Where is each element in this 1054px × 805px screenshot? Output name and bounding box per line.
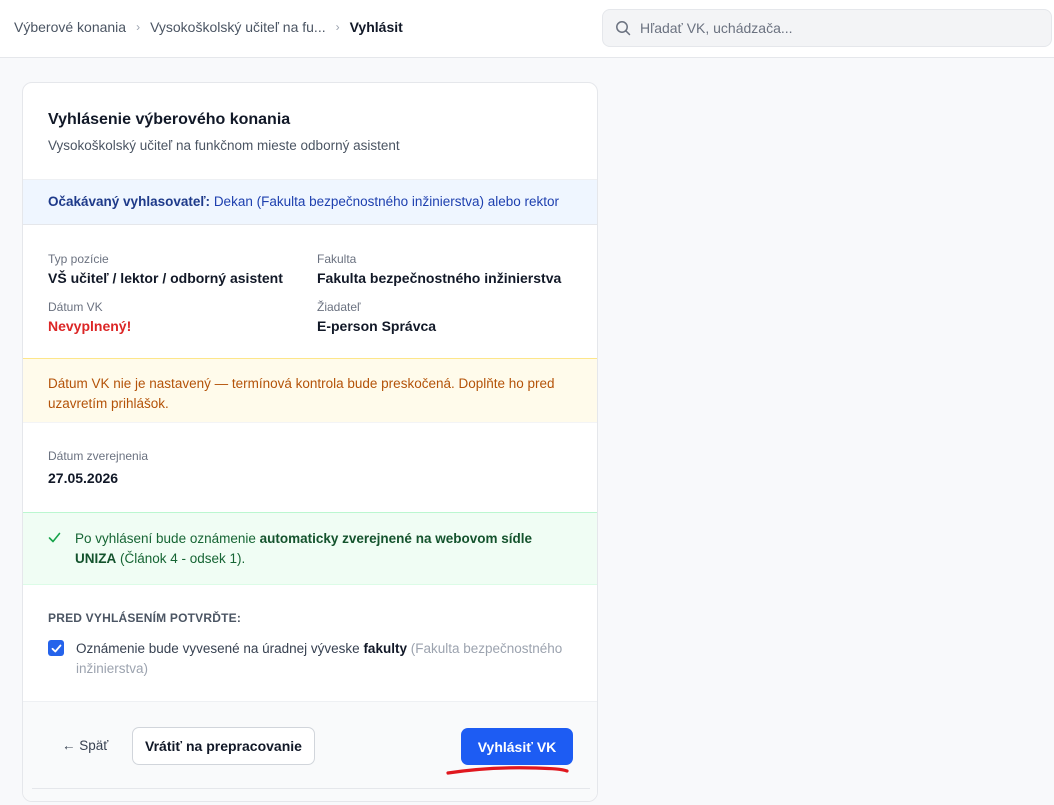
confirm-heading: PRED VYHLÁSENÍM POTVRĎTE: xyxy=(48,611,242,625)
search-icon xyxy=(616,21,631,36)
vk-date-missing: Nevyplnený! xyxy=(48,318,132,334)
check-icon xyxy=(48,532,61,543)
card-header: Vyhlásenie výberového konania Vysokoškol… xyxy=(23,83,597,180)
breadcrumb: Výberové konania › Vysokoškolský učiteľ … xyxy=(14,19,403,35)
info-label: Žiadateľ xyxy=(317,300,361,314)
announce-vk-button[interactable]: Vyhlásiť VK xyxy=(461,728,573,765)
top-bar: Výberové konania › Vysokoškolský učiteľ … xyxy=(0,0,1054,58)
chevron-right-icon: › xyxy=(136,20,141,34)
announcer-value: Dekan (Fakulta bezpečnostného inžinierst… xyxy=(213,194,559,209)
confirm-row[interactable]: Oznámenie bude vyvesené na úradnej výves… xyxy=(48,639,578,679)
return-for-revision-button[interactable]: Vrátiť na prepracovanie xyxy=(132,727,315,765)
warning-banner: Dátum VK nie je nastavený — termínová ko… xyxy=(23,358,597,423)
confirm-text-prefix: Oznámenie bude vyvesené na úradnej výves… xyxy=(76,641,364,656)
confirm-checkbox[interactable] xyxy=(48,640,64,656)
breadcrumb-item-position[interactable]: Vysokoškolský učiteľ na fu... xyxy=(150,19,326,35)
info-applicant: Žiadateľ E-person Správca xyxy=(317,300,436,334)
chevron-right-icon: › xyxy=(335,20,340,34)
info-value: Fakulta bezpečnostného inžinierstva xyxy=(317,270,562,286)
breadcrumb-item-current: Vyhlásit xyxy=(349,19,403,35)
search-input[interactable] xyxy=(640,20,1020,36)
publication-date-value: 27.05.2026 xyxy=(48,470,119,486)
publication-date-label: Dátum zverejnenia xyxy=(48,449,149,463)
back-button[interactable]: ← Späť xyxy=(62,738,108,753)
info-vk-date: Dátum VK Nevyplnený! xyxy=(48,300,131,334)
info-label: Dátum VK xyxy=(48,300,103,314)
info-position-type: Typ pozície VŠ učiteľ / lektor / odborný… xyxy=(48,252,283,286)
success-banner: Po vyhlásení bude oznámenie automaticky … xyxy=(23,512,597,585)
info-label: Typ pozície xyxy=(48,252,109,266)
info-label: Fakulta xyxy=(317,252,357,266)
announce-card: Vyhlásenie výberového konania Vysokoškol… xyxy=(22,82,598,802)
confirm-text: Oznámenie bude vyvesené na úradnej výves… xyxy=(76,639,578,679)
announcer-label: Očakávaný vyhlasovateľ: xyxy=(48,194,211,209)
card-subtitle: Vysokoškolský učiteľ na funkčnom mieste … xyxy=(48,138,400,153)
publication-date: Dátum zverejnenia 27.05.2026 xyxy=(48,449,148,486)
checkmark-icon xyxy=(51,644,61,652)
confirm-text-bold: fakulty xyxy=(363,641,407,656)
info-faculty: Fakulta Fakulta bezpečnostného inžiniers… xyxy=(317,252,561,286)
info-value: VŠ učiteľ / lektor / odborný asistent xyxy=(48,270,283,286)
annotation-underline xyxy=(446,766,569,775)
success-text-suffix: (Článok 4 - odsek 1). xyxy=(116,551,246,566)
card-footer: ← Späť Vrátiť na prepracovanie Vyhlásiť … xyxy=(23,701,597,801)
card-title: Vyhlásenie výberového konania xyxy=(48,111,291,128)
info-value: E-person Správca xyxy=(317,318,437,334)
search-box[interactable] xyxy=(602,9,1052,47)
divider xyxy=(32,788,590,789)
success-text-prefix: Po vyhlásení bude oznámenie xyxy=(75,531,260,546)
info-grid: Typ pozície VŠ učiteľ / lektor / odborný… xyxy=(23,225,597,358)
expected-announcer-banner: Očakávaný vyhlasovateľ: Dekan (Fakulta b… xyxy=(23,180,597,225)
breadcrumb-item-vyberove-konania[interactable]: Výberové konania xyxy=(14,19,126,35)
